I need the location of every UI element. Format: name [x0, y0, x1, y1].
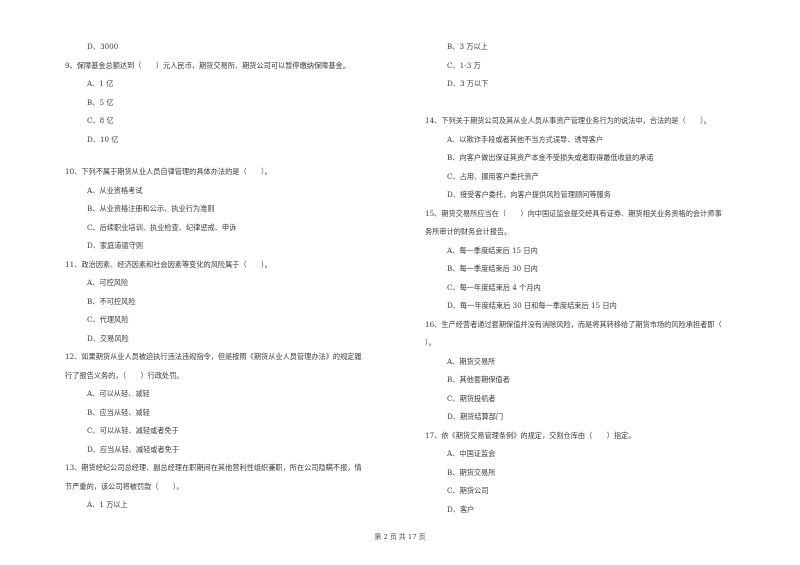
- answer-option: C、8 亿: [87, 116, 114, 125]
- question-text: 12、如果期货从业人员被迫执行违法违规指令，但是按照《期货从业人员管理办法》的规…: [65, 352, 362, 361]
- answer-option: B、从业资格注册和公示、执业行为准则: [87, 204, 215, 213]
- question-text-continuation: 务所审计的财务会计报告。: [425, 227, 512, 236]
- question-text: 17、依《期货交易管理条例》的规定，交割仓库由（ ）指定。: [425, 431, 636, 440]
- exam-page: D、3000 9、保障基金总额达到（ ）元人民币，期货交易所、期货公司可以暂停缴纳…: [0, 0, 800, 565]
- answer-option: B、每一季度结束后 30 日内: [447, 264, 538, 273]
- question-text: 11、政治因素、经济因素和社会因素等变化的风险属于（ ）。: [65, 260, 272, 269]
- answer-option: A、1 亿: [87, 79, 114, 88]
- question-text: 9、保障基金总额达到（ ）元人民币，期货交易所、期货公司可以暂停缴纳保障基金。: [65, 61, 350, 70]
- question-text: 14、下列关于期货公司及其从业人员从事资产管理业务行为的说法中，合法的是（ ）。: [425, 116, 711, 125]
- page-footer: 第 2 页 共 17 页: [374, 533, 426, 541]
- answer-option: D、交易风险: [87, 334, 129, 343]
- answer-option: C、占用、挪用客户委托资产: [447, 172, 539, 181]
- answer-option: B、5 亿: [87, 98, 114, 107]
- answer-option: D、期货结算部门: [447, 412, 504, 421]
- answer-option: C、代理风险: [87, 315, 129, 324]
- answer-option: C、可以从轻、减轻或者免于: [87, 426, 179, 435]
- answer-option: D、客户: [447, 505, 475, 514]
- answer-option: B、3 万以上: [447, 42, 488, 51]
- answer-option: D、3 万以下: [447, 79, 489, 88]
- answer-option: B、不可控风险: [87, 297, 136, 306]
- question-text-continuation: 节严重的，该公司将被罚款（ ）。: [65, 482, 184, 491]
- answer-option: C、期货投机者: [447, 394, 496, 403]
- answer-option: B、其他套期保值者: [447, 375, 510, 384]
- question-text: 16、生产经营者通过套期保值并没有消除风险，而是将其转移给了期货市场的风险承担者…: [425, 320, 722, 329]
- answer-option: C、每一年度结束后 4 个月内: [447, 283, 541, 292]
- answer-option: D、应当从轻、减轻或者免于: [87, 445, 180, 454]
- answer-option: C、期货公司: [447, 486, 489, 495]
- answer-option: D、家庭道德守则: [87, 241, 144, 250]
- question-text: 10、下列不属于期货从业人员自律管理的具体办法的是（ ）。: [65, 167, 272, 176]
- answer-option: A、中国证监会: [447, 449, 496, 458]
- question-text: 13、期货经纪公司总经理、副总经理在职期间在其他营利性组织兼职，所在公司隐瞒不报…: [65, 463, 362, 472]
- question-text: 15、期货交易所应当在（ ）向中国证监会提交经具有证券、期货相关业务资格的会计师…: [425, 209, 722, 218]
- answer-option: A、每一季度结束后 15 日内: [447, 246, 538, 255]
- answer-option: B、应当从轻、减轻: [87, 408, 150, 417]
- answer-option: A、以欺诈手段或者其他不当方式误导、诱导客户: [447, 135, 604, 144]
- answer-option: A、1 万以上: [87, 500, 128, 509]
- answer-option: B、向客户做出保证其资产本金不受损失或者取得最低收益的承诺: [447, 153, 654, 162]
- answer-option: D、每一年度结束后 30 日和每一季度结束后 15 日内: [447, 301, 617, 310]
- answer-option: C、后续职业培训、执业检查、纪律惩戒、申诉: [87, 223, 237, 232]
- answer-option: B、期货交易所: [447, 468, 496, 477]
- answer-option: A、期货交易所: [447, 357, 496, 366]
- answer-option: A、从业资格考试: [87, 186, 143, 195]
- answer-option: A、可以从轻、减轻: [87, 389, 150, 398]
- answer-option: C、1-3 万: [447, 61, 481, 70]
- question-text-continuation: 行了报告义务的，（ ）行政处罚。: [65, 371, 184, 380]
- answer-option: D、3000: [87, 42, 119, 51]
- answer-option: D、接受客户委托，向客户提供风险管理顾问等服务: [447, 190, 611, 199]
- answer-option: A、可控风险: [87, 278, 129, 287]
- answer-option: D、10 亿: [87, 135, 119, 144]
- question-text-continuation: ）。: [425, 338, 436, 347]
